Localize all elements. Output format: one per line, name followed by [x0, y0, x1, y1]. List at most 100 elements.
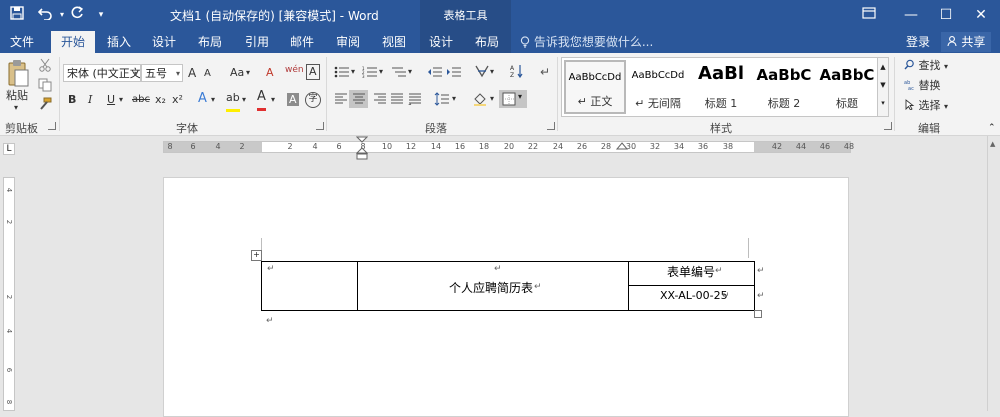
shrink-font-button[interactable]: A	[204, 65, 211, 83]
copy-icon[interactable]	[38, 78, 52, 95]
tab-insert[interactable]: 插入	[100, 31, 138, 53]
redo-icon[interactable]	[68, 6, 86, 24]
phonetic-guide-button[interactable]: wén	[285, 61, 304, 79]
bold-button[interactable]: B	[68, 91, 76, 109]
tab-references[interactable]: 引用	[237, 31, 277, 53]
paste-icon[interactable]	[6, 59, 30, 89]
tab-design[interactable]: 设计	[144, 31, 184, 53]
tell-me-box[interactable]: 告诉我您想要做什么...	[520, 31, 653, 53]
tab-mailings[interactable]: 邮件	[282, 31, 322, 53]
format-painter-icon[interactable]	[38, 97, 52, 114]
align-right-icon[interactable]	[373, 93, 387, 108]
save-icon[interactable]	[8, 6, 26, 24]
chevron-down-icon[interactable]: ▾	[408, 63, 412, 81]
font-launcher-icon[interactable]	[316, 122, 324, 130]
replace-button[interactable]: ab ac 替换	[904, 77, 941, 95]
table-resize-handle[interactable]	[754, 310, 762, 318]
line-spacing-icon[interactable]	[434, 92, 450, 109]
clipboard-launcher-icon[interactable]	[48, 122, 56, 130]
tab-view[interactable]: 视图	[374, 31, 414, 53]
grow-font-button[interactable]: A	[188, 64, 196, 82]
tab-table-layout[interactable]: 布局	[467, 31, 507, 53]
select-button[interactable]: 选择 ▾	[904, 97, 948, 115]
highlight-button[interactable]: ab	[226, 91, 240, 112]
underline-button[interactable]: U	[107, 91, 115, 109]
chevron-down-icon[interactable]: ▾	[242, 91, 246, 109]
distributed-icon[interactable]	[407, 93, 422, 108]
maximize-button[interactable]: ☐	[928, 0, 964, 31]
text-effects-button[interactable]: A	[198, 90, 207, 108]
sort-icon[interactable]: AZ	[510, 64, 524, 81]
table-tools-header: 表格工具	[420, 0, 511, 31]
font-color-button[interactable]: A	[257, 90, 266, 111]
customize-qat-icon[interactable]: ▾	[94, 6, 108, 24]
chevron-down-icon[interactable]: ▾	[351, 63, 355, 81]
paste-dropdown-icon[interactable]: ▾	[14, 99, 18, 117]
undo-icon[interactable]	[36, 6, 56, 24]
cut-icon[interactable]	[38, 58, 52, 75]
font-size-combo[interactable]: 五号 ▾	[141, 64, 183, 82]
indent-markers-icon[interactable]	[355, 136, 369, 163]
style-normal[interactable]: AaBbCcDd ↵ 正文	[564, 60, 626, 114]
scroll-up-icon[interactable]: ▲	[878, 58, 888, 76]
italic-button[interactable]: I	[88, 91, 92, 109]
undo-dropdown-icon[interactable]: ▾	[57, 6, 67, 24]
chevron-down-icon[interactable]: ▾	[271, 91, 275, 109]
scroll-up-icon[interactable]: ▲	[990, 140, 995, 148]
char-border-button[interactable]: A	[306, 64, 320, 80]
chevron-down-icon[interactable]: ▾	[119, 91, 123, 109]
paragraph-launcher-icon[interactable]	[547, 122, 555, 130]
ribbon-display-options-icon[interactable]	[851, 0, 887, 31]
borders-icon[interactable]: ▾	[499, 90, 527, 108]
sign-in-link[interactable]: 登录	[906, 31, 930, 53]
char-shading-button[interactable]: A	[287, 93, 299, 106]
align-center-icon[interactable]	[349, 90, 368, 108]
more-styles-icon[interactable]: ▾	[878, 94, 888, 112]
chevron-down-icon[interactable]: ▾	[379, 63, 383, 81]
numbering-icon[interactable]: 123	[362, 66, 378, 81]
tab-file[interactable]: 文件	[0, 31, 44, 53]
align-left-icon[interactable]	[334, 93, 348, 108]
vertical-scrollbar[interactable]: ▲	[987, 136, 1000, 411]
table-move-handle-icon[interactable]: +	[251, 250, 262, 261]
table-cell-logo[interactable]	[261, 261, 358, 311]
decrease-indent-icon[interactable]	[427, 66, 443, 81]
tab-home[interactable]: 开始	[51, 31, 95, 53]
show-marks-icon[interactable]: ↵	[540, 63, 550, 81]
multilevel-list-icon[interactable]	[391, 66, 407, 81]
minimize-button[interactable]: —	[893, 0, 929, 31]
strikethrough-button[interactable]: abc	[132, 91, 150, 109]
chevron-down-icon[interactable]: ▾	[246, 64, 250, 82]
change-case-button[interactable]: Aa	[230, 64, 244, 82]
superscript-button[interactable]: x²	[172, 91, 183, 109]
style-heading-2[interactable]: AaBbC 标题 2	[753, 60, 815, 114]
chinese-layout-icon[interactable]	[474, 64, 490, 81]
collapse-ribbon-icon[interactable]: ⌃	[988, 123, 996, 133]
increase-indent-icon[interactable]	[446, 66, 462, 81]
chevron-down-icon[interactable]: ▾	[211, 91, 215, 109]
shading-icon[interactable]	[472, 92, 488, 109]
close-button[interactable]: ✕	[963, 0, 999, 31]
right-indent-marker-icon[interactable]	[615, 141, 629, 158]
chevron-down-icon[interactable]: ▾	[490, 90, 494, 108]
font-name-combo[interactable]: 宋体 (中文正文 ▾	[63, 64, 141, 82]
tab-table-design[interactable]: 设计	[421, 31, 461, 53]
document-page[interactable]: + ↵ ↵ 个人应聘简历表 ↵ 表单编号 ↵ XX-AL-00-25 ↵ ↵ ↵…	[163, 177, 849, 417]
chevron-down-icon[interactable]: ▾	[490, 63, 494, 81]
style-heading-1[interactable]: AaBl 标题 1	[690, 60, 752, 114]
clear-format-button[interactable]: A	[266, 64, 274, 82]
justify-icon[interactable]	[390, 93, 404, 108]
subscript-button[interactable]: x₂	[155, 91, 166, 109]
tab-layout[interactable]: 布局	[190, 31, 230, 53]
styles-launcher-icon[interactable]	[884, 122, 892, 130]
style-title[interactable]: AaBbC 标题	[816, 60, 878, 114]
chevron-down-icon[interactable]: ▾	[452, 90, 456, 108]
scroll-down-icon[interactable]: ▼	[878, 76, 888, 94]
bullets-icon[interactable]	[334, 66, 350, 81]
enclose-char-button[interactable]: 字	[305, 92, 321, 108]
share-button[interactable]: 共享	[941, 32, 991, 52]
find-button[interactable]: 查找 ▾	[904, 57, 948, 75]
tab-review[interactable]: 审阅	[328, 31, 368, 53]
tab-selector[interactable]: L	[3, 143, 15, 155]
style-no-spacing[interactable]: AaBbCcDd ↵ 无间隔	[627, 60, 689, 114]
